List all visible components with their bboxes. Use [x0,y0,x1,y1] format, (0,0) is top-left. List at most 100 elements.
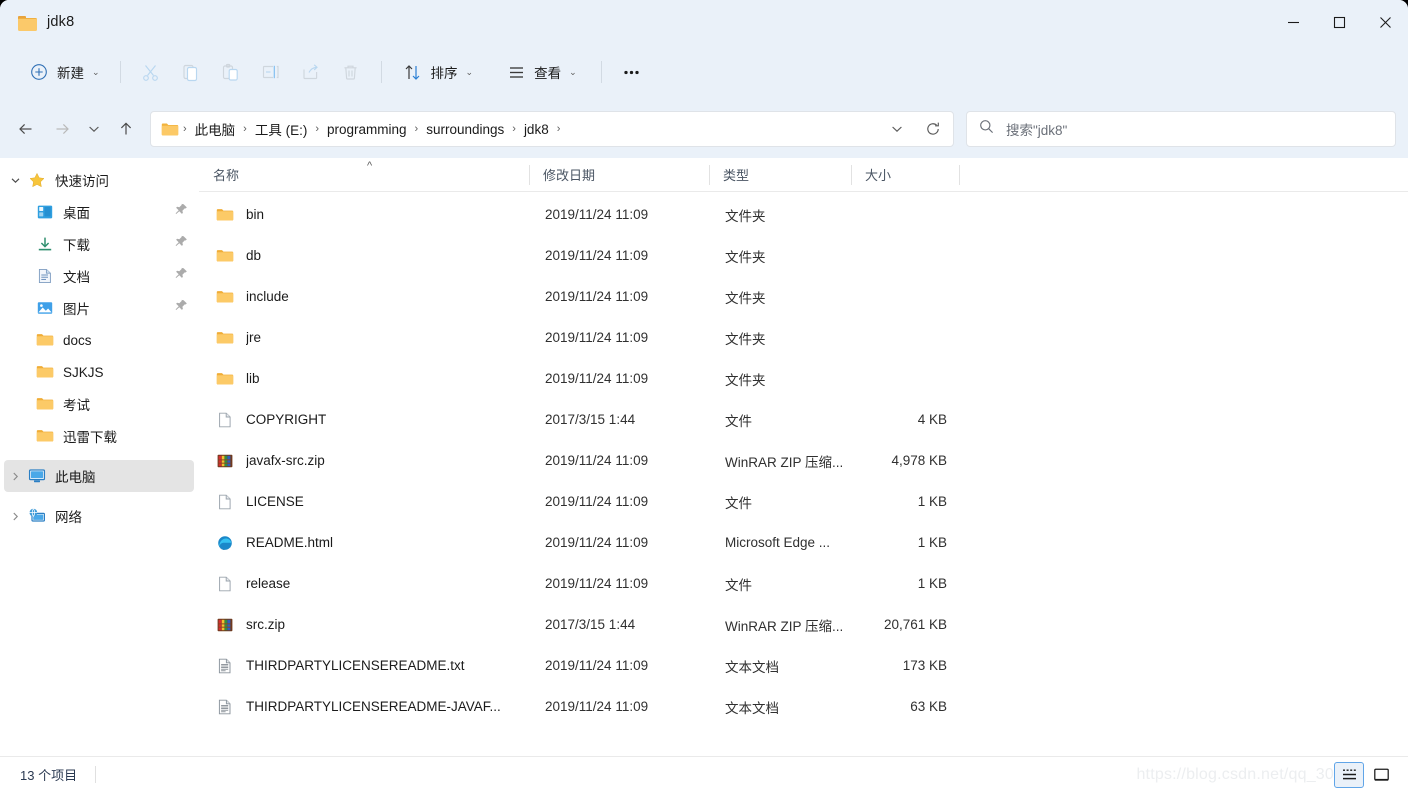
breadcrumb-separator: › [183,123,187,135]
breadcrumb-item-2[interactable]: 工具 (E:) [249,116,314,142]
file-date-cell: 2019/11/24 11:09 [545,289,649,304]
hamburger-icon [505,61,527,83]
more-options-button[interactable] [612,54,652,90]
sort-button[interactable]: 排序 ⌄ [392,54,484,90]
sidebar-item-网络[interactable]: 网络 [4,500,194,532]
column-header-type[interactable]: 类型 [709,158,851,192]
file-name-label: README.html [246,535,334,550]
chevron-down-icon[interactable] [4,175,26,186]
share-button[interactable] [291,54,331,90]
table-row[interactable]: README.html 2019/11/24 11:09 Microsoft Edg… [201,522,1402,563]
paste-button[interactable] [211,54,251,90]
file-size-cell: 20,761 KB [883,617,947,632]
sidebar-item-文档[interactable]: 文档 [4,260,194,292]
breadcrumb-dropdown-button[interactable] [881,114,913,144]
table-row[interactable]: javafx-src.zip 2019/11/24 11:09 WinRAR ZIP… [201,440,1402,481]
sort-ascending-icon: ^ [367,159,373,172]
table-row[interactable]: db 2019/11/24 11:09 文件夹 [201,235,1402,276]
search-input[interactable]: 搜索"jdk8" [1006,119,1067,139]
table-row[interactable]: LICENSE 2019/11/24 11:09 文件 1 KB [201,481,1402,522]
cut-button[interactable] [131,54,171,90]
file-name-label: src.zip [246,617,286,632]
sidebar-item-docs[interactable]: docs [4,324,194,356]
recent-locations-button[interactable] [80,112,108,146]
sidebar-item-此电脑[interactable]: 此电脑 [4,460,194,492]
large-icons-view-button[interactable] [1366,762,1396,788]
view-button-label: 查看 [534,66,562,81]
new-button[interactable]: 新建 ⌄ [18,54,110,90]
chevron-right-icon[interactable] [4,471,26,482]
pin-icon[interactable] [174,267,188,286]
sidebar-item-下载[interactable]: 下载 [4,228,194,260]
sidebar-item-SJKJS[interactable]: SJKJS [4,356,194,388]
breadcrumb-item-1[interactable]: 此电脑 [189,116,242,142]
toolbar-divider-3 [600,61,602,83]
chevron-right-icon[interactable] [4,511,26,522]
file-date-cell: 2017/3/15 1:44 [545,412,636,427]
rename-button[interactable] [251,54,291,90]
column-header-size[interactable]: 大小 [851,158,959,192]
breadcrumb-separator: › [414,123,419,135]
view-button[interactable]: 查看 ⌄ [495,54,587,90]
pin-icon[interactable] [174,299,188,318]
details-view-button[interactable] [1334,761,1364,788]
sidebar-item-图片[interactable]: 图片 [4,292,194,324]
new-button-label: 新建 [57,66,84,81]
table-row[interactable]: THIRDPARTYLICENSEREADME-JAVAF... 2019/11/… [201,686,1402,727]
pin-icon[interactable] [174,235,188,254]
clipboard-icon [220,61,242,83]
up-button[interactable] [108,112,144,146]
maximize-button[interactable] [1316,0,1362,44]
file-name-label: bin [246,207,265,222]
file-type-cell: WinRAR ZIP 压缩... [725,454,844,470]
table-row[interactable]: COPYRIGHT 2017/3/15 1:44 文件 4 KB [201,399,1402,440]
file-list-pane: 名称 ^ 修改日期 类型 大小 bin 2019/11/24 11:09 文件夹 db… [199,158,1408,756]
file-type-cell: 文件 [725,577,752,593]
delete-button[interactable] [331,54,371,90]
edge-icon [215,533,235,553]
column-header-date[interactable]: 修改日期 [529,158,709,192]
sidebar-item-快速访问[interactable]: 快速访问 [4,164,194,196]
table-row[interactable]: release 2019/11/24 11:09 文件 1 KB [201,563,1402,604]
breadcrumb-item-5[interactable]: jdk8 [518,119,555,140]
table-row[interactable]: THIRDPARTYLICENSEREADME.txt 2019/11/24 11… [201,645,1402,686]
file-name-label: javafx-src.zip [246,453,325,468]
breadcrumb-item-4[interactable]: surroundings [420,119,510,140]
table-row[interactable]: bin 2019/11/24 11:09 文件夹 [201,194,1402,235]
file-date-cell: 2019/11/24 11:09 [545,248,649,263]
status-divider [95,766,97,783]
address-bar-row: › 此电脑 › 工具 (E:) › programming › surroundings › jd… [0,100,1408,158]
file-size-cell: 1 KB [917,494,947,509]
pin-icon[interactable] [174,203,188,222]
file-name-cell: THIRDPARTYLICENSEREADME.txt [201,656,531,676]
folder-icon [215,205,235,225]
table-row[interactable]: jre 2019/11/24 11:09 文件夹 [201,317,1402,358]
rename-icon [260,61,282,83]
refresh-button[interactable] [917,114,949,144]
file-size-cell: 4,978 KB [891,453,947,468]
column-header-name[interactable]: 名称 ^ [199,158,529,192]
back-button[interactable] [8,112,44,146]
breadcrumb-item-3[interactable]: programming [321,119,413,140]
close-button[interactable] [1362,0,1408,44]
status-bar: 13 个项目 https://blog.csdn.net/qq_30 [0,756,1408,792]
window-title: jdk8 [47,14,75,30]
sidebar-item-迅雷下载[interactable]: 迅雷下载 [4,420,194,452]
copy-button[interactable] [171,54,211,90]
file-name-cell: COPYRIGHT [201,410,531,430]
minimize-button[interactable] [1270,0,1316,44]
sidebar-item-考试[interactable]: 考试 [4,388,194,420]
blank-file-icon [215,492,235,512]
main-body: 快速访问 桌面 下载 文档 图片 docs SJKJS 考试 迅雷下载此电脑网络 名称 ^ 修改… [0,158,1408,756]
breadcrumb-bar[interactable]: › 此电脑 › 工具 (E:) › programming › surroundings › jd… [150,111,954,147]
sidebar-item-桌面[interactable]: 桌面 [4,196,194,228]
file-date-cell: 2019/11/24 11:09 [545,535,649,550]
ellipsis-icon [621,61,643,83]
table-row[interactable]: src.zip 2017/3/15 1:44 WinRAR ZIP 压缩... 20,… [201,604,1402,645]
folder-icon [34,364,56,380]
folder-icon [215,328,235,348]
table-row[interactable]: lib 2019/11/24 11:09 文件夹 [201,358,1402,399]
search-box[interactable]: 搜索"jdk8" [966,111,1396,147]
table-row[interactable]: include 2019/11/24 11:09 文件夹 [201,276,1402,317]
forward-button[interactable] [44,112,80,146]
